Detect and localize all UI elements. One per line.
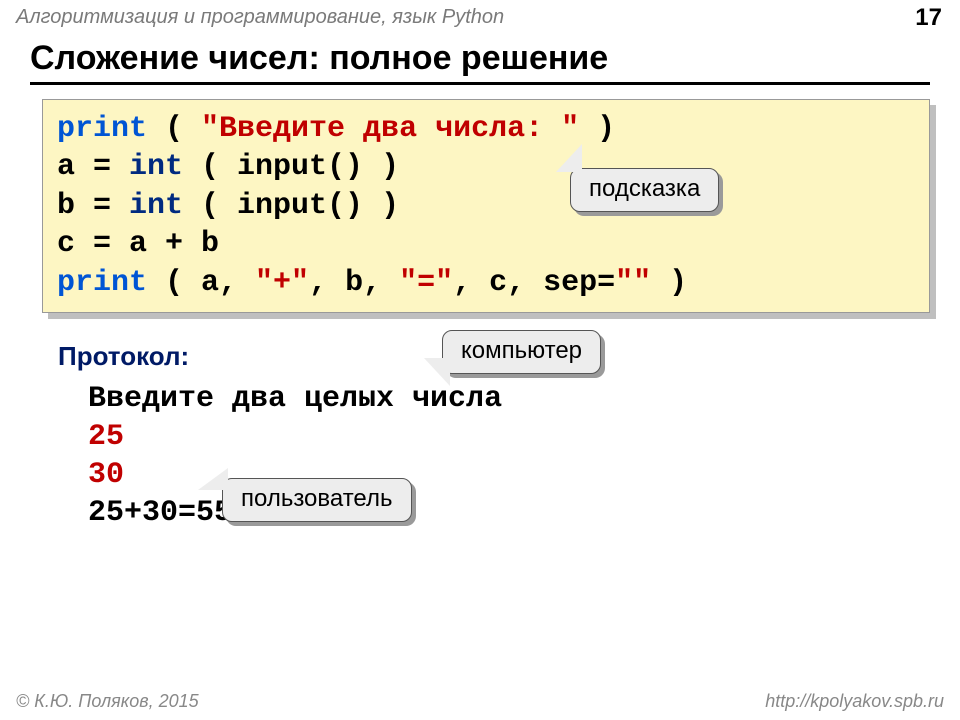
protocol-line-input: 25 (88, 420, 960, 454)
callout-bubble: подсказка (570, 168, 719, 212)
code-string: "=" (399, 266, 453, 300)
page-number: 17 (915, 4, 942, 32)
protocol-line-output: 25+30=55 (88, 496, 960, 530)
code-kw-int: int (129, 150, 183, 184)
callout-bubble: компьютер (442, 330, 601, 374)
callout-hint: подсказка (570, 168, 719, 212)
code-kw-print: print (57, 266, 147, 300)
code-string: "Введите два числа: " (201, 112, 579, 146)
code-kw-print: print (57, 112, 147, 146)
code-text: b = (57, 189, 129, 223)
code-text: a = (57, 150, 129, 184)
title-underline (30, 82, 930, 85)
footer-url: http://kpolyakov.spb.ru (765, 691, 944, 712)
footer-copyright: © К.Ю. Поляков, 2015 (16, 691, 199, 712)
code-string: "" (615, 266, 651, 300)
callout-tail (192, 468, 228, 490)
protocol-line-prompt: Введите два целых числа (88, 382, 960, 416)
code-text: ( a, (147, 266, 255, 300)
code-block: print ( "Введите два числа: " ) a = int … (42, 99, 930, 313)
code-text: , c, sep= (453, 266, 615, 300)
code-text: c = a + b (57, 227, 219, 261)
code-text: ) (579, 112, 615, 146)
code-text: ( (147, 112, 201, 146)
code-kw-int: int (129, 189, 183, 223)
slide: Алгоритмизация и программирование, язык … (0, 0, 960, 720)
callout-tail (416, 358, 450, 386)
code-text: ( input() ) (183, 150, 399, 184)
code-content: print ( "Введите два числа: " ) a = int … (42, 99, 930, 313)
callout-user: пользователь (222, 478, 412, 522)
code-string: "+" (255, 266, 309, 300)
callout-tail (548, 144, 582, 172)
callout-bubble: пользователь (222, 478, 412, 522)
slide-title: Сложение чисел: полное решение (0, 31, 960, 82)
callout-computer: компьютер (442, 330, 601, 374)
code-text: ( input() ) (183, 189, 399, 223)
code-text: ) (651, 266, 687, 300)
subject-header: Алгоритмизация и программирование, язык … (0, 0, 960, 31)
code-text: , b, (309, 266, 399, 300)
